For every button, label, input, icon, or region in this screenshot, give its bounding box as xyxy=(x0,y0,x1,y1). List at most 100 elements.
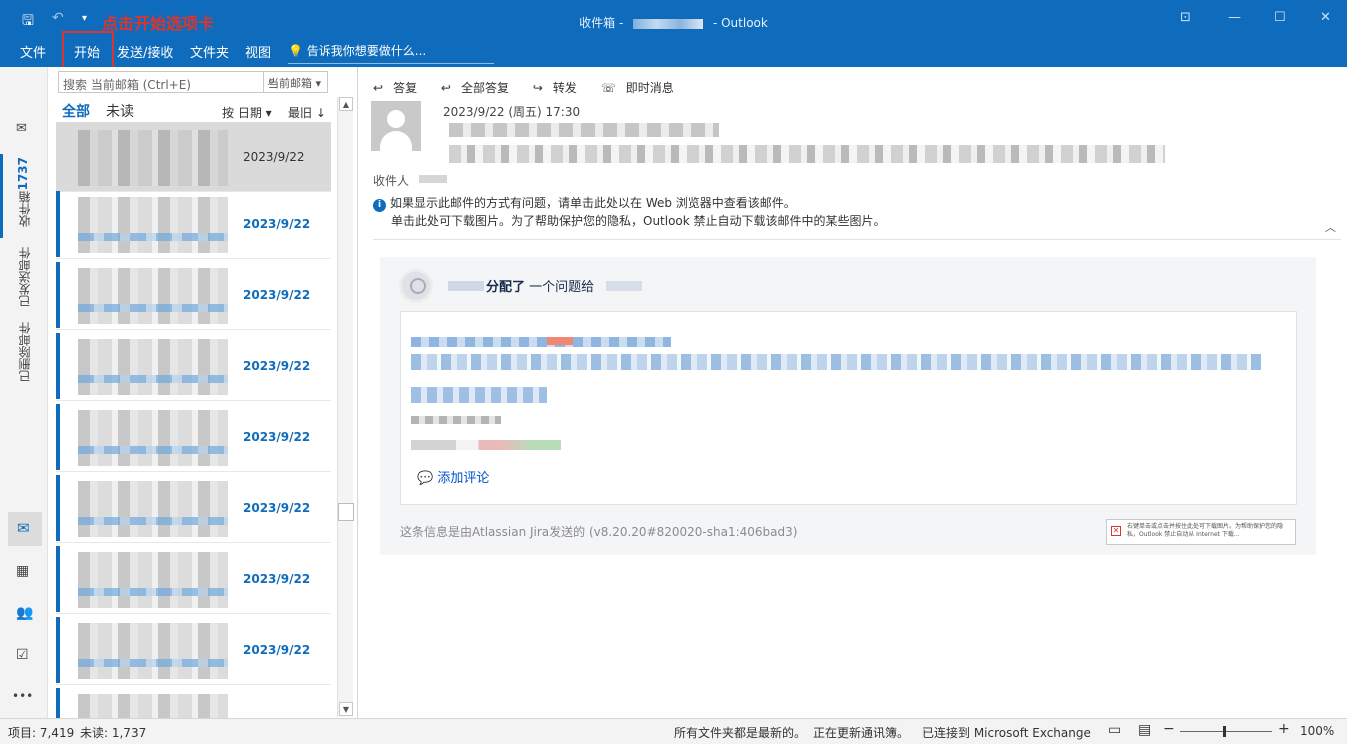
scrollbar-thumb[interactable] xyxy=(338,503,354,521)
sort-by-date[interactable]: 按 日期 ▾ xyxy=(222,104,272,121)
info-icon: i xyxy=(373,199,386,212)
filter-all[interactable]: 全部 xyxy=(62,101,90,121)
mail-item[interactable]: 2023/9/22 xyxy=(56,122,331,192)
mail-module-button[interactable]: ✉ xyxy=(8,512,42,546)
tab-view[interactable]: 视图 xyxy=(245,42,271,61)
redacted-issue-key[interactable] xyxy=(411,337,671,347)
mail-item[interactable]: 2023/9/22 xyxy=(56,402,331,472)
window-title: 收件箱 - - Outlook xyxy=(0,14,1347,31)
zoom-in-icon[interactable]: + xyxy=(1278,721,1290,737)
message-list-pane: 搜索 当前邮箱 (Ctrl+E) ⌕ 当前邮箱 ▾ 全部 未读 按 日期 ▾ 最… xyxy=(48,67,358,718)
instant-message-label: 即时消息 xyxy=(625,81,674,95)
tell-me-search[interactable]: 💡 告诉我你想要做什么... xyxy=(288,42,494,64)
redacted-subject xyxy=(78,446,228,454)
mail-date: 2023/9/22 xyxy=(243,217,311,231)
list-filters: 全部 未读 按 日期 ▾ 最旧 ↓ xyxy=(62,101,332,121)
sort-order[interactable]: 最旧 ↓ xyxy=(288,104,326,121)
window-title-prefix: 收件箱 - xyxy=(579,16,624,30)
folder-inbox[interactable]: 1737 收件箱 xyxy=(12,157,36,237)
redacted-issue-title-cont[interactable] xyxy=(411,387,547,403)
unread-count: 未读: 1,737 xyxy=(80,726,147,740)
search-box[interactable]: 搜索 当前邮箱 (Ctrl+E) ⌕ 当前邮箱 ▾ xyxy=(58,71,328,93)
add-comment-link[interactable]: 💬 添加评论 xyxy=(417,467,489,486)
addressbook-status: 正在更新通讯簿。 xyxy=(813,726,910,740)
connection-status[interactable]: 已连接到 Microsoft Exchange xyxy=(922,724,1091,741)
forward-label: 转发 xyxy=(552,81,577,95)
zoom-level[interactable]: 100% xyxy=(1300,724,1334,738)
mail-item[interactable] xyxy=(56,686,331,718)
tab-send-receive[interactable]: 发送/接收 xyxy=(117,42,173,61)
annotation-highlight-box xyxy=(62,31,114,69)
reply-all-button[interactable]: ↩ 全部答复 xyxy=(441,81,519,95)
redacted-account xyxy=(633,18,704,29)
maximize-button[interactable]: ☐ xyxy=(1274,10,1286,25)
redacted-preview xyxy=(78,552,228,608)
redacted-subject xyxy=(78,588,228,596)
item-count: 项目: 7,419 xyxy=(8,726,75,740)
reading-view-icon[interactable]: ▤ xyxy=(1138,722,1151,738)
new-mail-icon[interactable]: ✉ xyxy=(16,121,27,136)
mail-item[interactable]: 2023/9/22 xyxy=(56,331,331,401)
mail-item[interactable]: 2023/9/22 xyxy=(56,544,331,614)
zoom-slider[interactable] xyxy=(1180,731,1272,732)
message-actions: ↩ 答复 ↩ 全部答复 ↪ 转发 ☏ 即时消息 xyxy=(373,79,694,96)
filter-unread[interactable]: 未读 xyxy=(106,101,134,121)
redacted-preview xyxy=(78,694,228,718)
jira-notification-card: 分配了 一个问题给 💬 添加评论 这条信息是由Atlassian Jira发送的… xyxy=(380,257,1316,555)
zoom-slider-thumb[interactable] xyxy=(1223,726,1226,737)
blocked-image-placeholder[interactable]: ✕ 右键单击或点击并按住此处可下载图片。为帮助保护您的隐私，Outlook 禁止… xyxy=(1106,519,1296,545)
reply-button[interactable]: ↩ 答复 xyxy=(373,81,427,95)
redacted-issue-title[interactable] xyxy=(411,354,1261,370)
redacted-recipient xyxy=(419,175,447,183)
mail-date: 2023/9/22 xyxy=(243,288,311,302)
ribbon-display-options-icon[interactable]: ⊡ xyxy=(1180,10,1191,25)
view-in-browser-info[interactable]: i 如果显示此邮件的方式有问题，请单击此处以在 Web 浏览器中查看该邮件。 xyxy=(373,194,796,212)
instant-message-button[interactable]: ☏ 即时消息 xyxy=(601,81,684,95)
collapse-header-icon[interactable]: ︿ xyxy=(1325,219,1336,235)
calendar-icon[interactable]: ▦ xyxy=(16,563,29,579)
tasks-icon[interactable]: ☑ xyxy=(16,647,29,663)
mail-item[interactable]: 2023/9/22 xyxy=(56,615,331,685)
mail-item[interactable]: 2023/9/22 xyxy=(56,189,331,259)
broken-image-icon: ✕ xyxy=(1111,526,1121,536)
redacted-subject xyxy=(78,304,228,312)
mail-item[interactable]: 2023/9/22 xyxy=(56,260,331,330)
search-input[interactable]: 搜索 当前邮箱 (Ctrl+E) xyxy=(63,76,191,93)
jira-footer-text: 这条信息是由Atlassian Jira发送的 (v8.20.20#820020… xyxy=(400,525,798,539)
forward-button[interactable]: ↪ 转发 xyxy=(533,81,587,95)
redacted-issue-status xyxy=(411,440,561,450)
lightbulb-icon: 💡 xyxy=(288,44,303,58)
close-button[interactable]: ✕ xyxy=(1320,10,1331,25)
status-bar: 项目: 7,419 未读: 1,737 所有文件夹都是最新的。 正在更新通讯簿。… xyxy=(0,718,1347,744)
redacted-preview xyxy=(78,197,228,253)
folder-sent[interactable]: 已发送邮件 xyxy=(16,247,33,307)
inbox-label: 收件箱 xyxy=(18,191,32,227)
zoom-out-icon[interactable]: − xyxy=(1163,721,1175,737)
people-icon[interactable]: 👥 xyxy=(16,605,33,621)
reading-pane: ↩ 答复 ↩ 全部答复 ↪ 转发 ☏ 即时消息 2023/9/22 (周五) 17:30… xyxy=(359,67,1347,718)
scroll-up-icon[interactable]: ▲ xyxy=(339,97,353,111)
jira-user-avatar xyxy=(399,269,433,303)
folder-deleted[interactable]: 已删除邮件 xyxy=(16,322,33,382)
normal-view-icon[interactable]: ▭ xyxy=(1108,722,1121,738)
scroll-down-icon[interactable]: ▼ xyxy=(339,702,353,716)
reply-all-label: 全部答复 xyxy=(460,81,509,95)
more-apps-icon[interactable]: ••• xyxy=(12,689,33,703)
assigned-verb: 分配了 xyxy=(486,280,526,295)
assigned-rest: 一个问题给 xyxy=(525,280,595,295)
redacted-assignee xyxy=(606,281,642,291)
tab-file[interactable]: 文件 xyxy=(20,42,46,61)
view-in-browser-text: 如果显示此邮件的方式有问题，请单击此处以在 Web 浏览器中查看该邮件。 xyxy=(390,196,796,210)
message-list-scrollbar[interactable]: ▲ ▼ xyxy=(337,97,354,717)
redacted-issue-field xyxy=(411,416,501,424)
tab-folder[interactable]: 文件夹 xyxy=(190,42,229,61)
title-bar: 🖫 ↶ ▾ 点击开始选项卡 收件箱 - - Outlook ⊡ — ☐ ✕ xyxy=(0,0,1347,38)
minimize-button[interactable]: — xyxy=(1228,10,1241,25)
window-title-suffix: - Outlook xyxy=(712,16,768,30)
search-scope-dropdown[interactable]: 当前邮箱 ▾ xyxy=(263,72,327,92)
redacted-issue-tag xyxy=(547,337,573,345)
reply-label: 答复 xyxy=(393,81,418,95)
mail-item[interactable]: 2023/9/22 xyxy=(56,473,331,543)
download-images-info[interactable]: 单击此处可下载图片。为了帮助保护您的隐私，Outlook 禁止自动下载该邮件中的… xyxy=(391,212,886,229)
unread-indicator xyxy=(56,262,60,328)
